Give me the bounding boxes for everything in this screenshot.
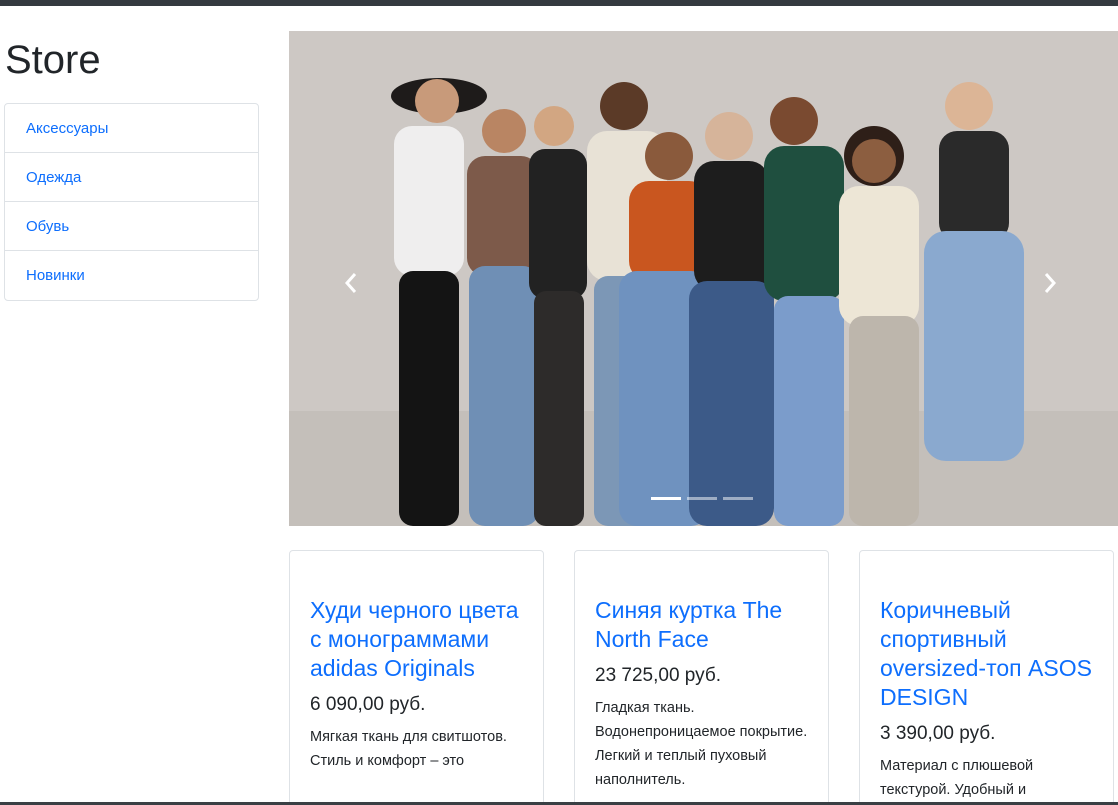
carousel-indicator-1[interactable] xyxy=(651,497,681,500)
category-item-accessories[interactable]: Аксессуары xyxy=(5,104,258,153)
product-title-link[interactable]: Худи черного цвета с монограммами adidas… xyxy=(310,596,523,683)
product-price: 23 725,00 руб. xyxy=(595,665,722,686)
product-title-link[interactable]: Коричневый спортивный oversized-топ ASOS… xyxy=(880,596,1093,712)
category-item-new[interactable]: Новинки xyxy=(5,251,258,300)
hero-carousel[interactable] xyxy=(289,31,1118,526)
carousel-slide-image xyxy=(289,31,1118,526)
top-navbar xyxy=(0,0,1118,6)
category-item-clothing[interactable]: Одежда xyxy=(5,153,258,202)
product-card: Худи черного цвета с монограммами adidas… xyxy=(289,550,544,805)
carousel-indicator-2[interactable] xyxy=(687,497,717,500)
product-title-link[interactable]: Синяя куртка The North Face xyxy=(595,596,808,654)
product-description: Мягкая ткань для свитшотов. Стиль и комф… xyxy=(310,729,507,769)
product-card: Коричневый спортивный oversized-топ ASOS… xyxy=(859,550,1114,805)
carousel-prev-button[interactable] xyxy=(331,263,371,303)
product-price: 6 090,00 руб. xyxy=(310,694,426,715)
page-title: Store xyxy=(5,38,101,82)
product-description: Гладкая ткань. Водонепроницаемое покрыти… xyxy=(595,700,808,788)
carousel-indicator-3[interactable] xyxy=(723,497,753,500)
category-item-shoes[interactable]: Обувь xyxy=(5,202,258,251)
category-list: Аксессуары Одежда Обувь Новинки xyxy=(4,103,259,301)
product-price: 3 390,00 руб. xyxy=(880,723,996,744)
product-card: Синяя куртка The North Face 23 725,00 ру… xyxy=(574,550,829,805)
chevron-left-icon xyxy=(344,273,357,293)
carousel-indicators xyxy=(651,497,753,500)
carousel-next-button[interactable] xyxy=(1030,263,1070,303)
chevron-right-icon xyxy=(1044,273,1057,293)
product-description: Материал с плюшевой текстурой. Удобный и xyxy=(880,758,1034,798)
